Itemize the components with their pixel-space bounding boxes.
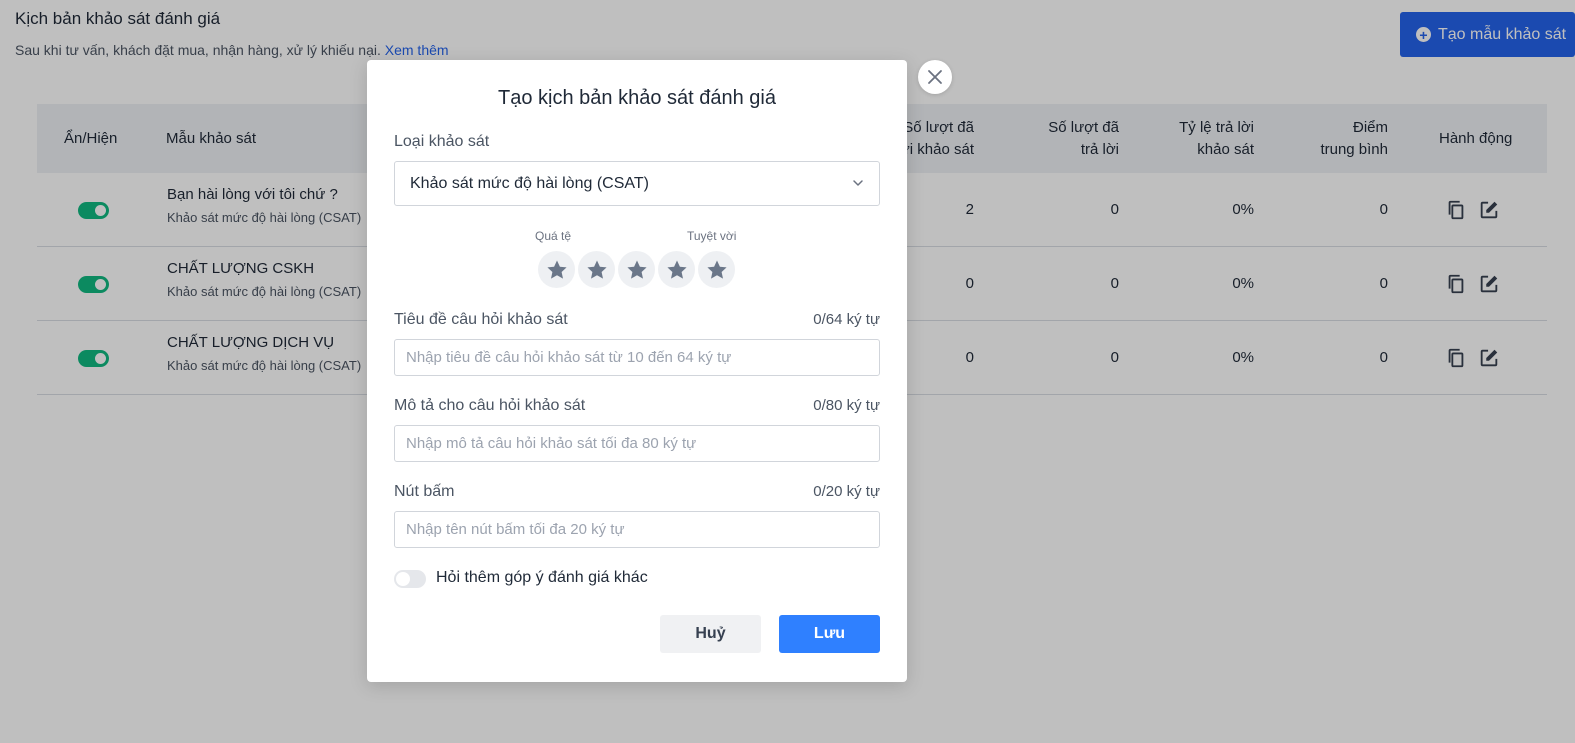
question-title-label: Tiêu đề câu hỏi khảo sát xyxy=(394,311,568,328)
chevron-down-icon xyxy=(853,180,863,186)
cancel-button[interactable]: Huỷ xyxy=(660,615,761,653)
extra-feedback-toggle[interactable] xyxy=(394,570,426,588)
star-icon[interactable] xyxy=(658,251,695,288)
rating-high-label: Tuyệt vời xyxy=(687,229,737,243)
star-rating xyxy=(538,251,735,288)
question-title-counter: 0/64 ký tự xyxy=(813,311,880,328)
survey-type-select[interactable]: Khảo sát mức độ hài lòng (CSAT) xyxy=(394,161,880,206)
save-button[interactable]: Lưu xyxy=(779,615,880,653)
close-modal-button[interactable] xyxy=(918,60,952,94)
description-input[interactable] xyxy=(394,425,880,462)
star-icon[interactable] xyxy=(538,251,575,288)
star-icon[interactable] xyxy=(618,251,655,288)
extra-feedback-label: Hỏi thêm góp ý đánh giá khác xyxy=(436,569,648,586)
create-survey-modal: Tạo kịch bản khảo sát đánh giá Loại khảo… xyxy=(367,60,907,682)
button-text-label: Nút bấm xyxy=(394,483,455,500)
description-label: Mô tả cho câu hỏi khảo sát xyxy=(394,397,586,414)
star-icon[interactable] xyxy=(698,251,735,288)
rating-low-label: Quá tệ xyxy=(535,229,572,243)
survey-type-label: Loại khảo sát xyxy=(394,133,490,150)
button-text-input[interactable] xyxy=(394,511,880,548)
description-counter: 0/80 ký tự xyxy=(813,397,880,414)
close-icon xyxy=(928,70,942,84)
button-text-counter: 0/20 ký tự xyxy=(813,483,880,500)
modal-title: Tạo kịch bản khảo sát đánh giá xyxy=(498,87,776,109)
question-title-input[interactable] xyxy=(394,339,880,376)
star-icon[interactable] xyxy=(578,251,615,288)
survey-type-value: Khảo sát mức độ hài lòng (CSAT) xyxy=(410,174,649,192)
